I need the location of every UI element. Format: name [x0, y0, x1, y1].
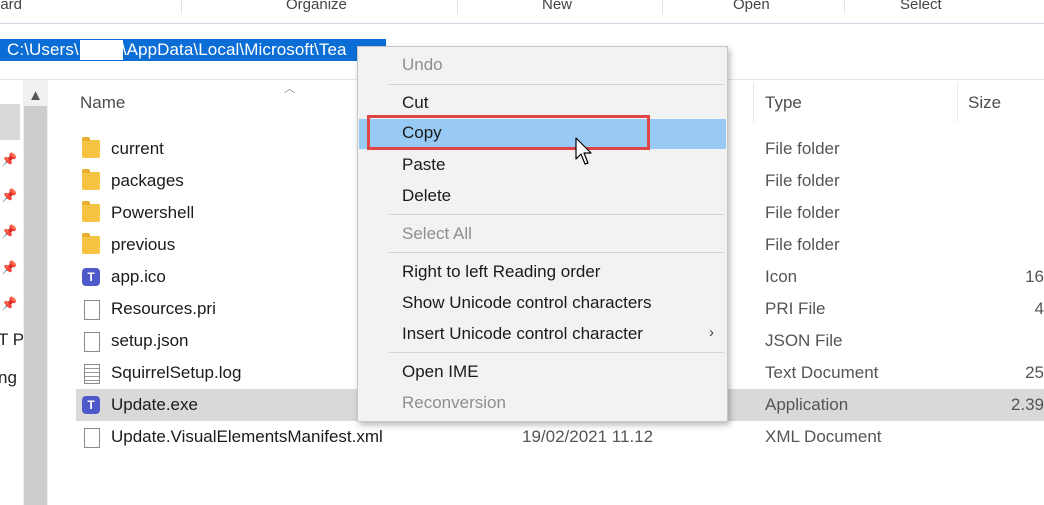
ribbon-group-new: New [542, 0, 573, 13]
column-header-type[interactable]: Type [765, 93, 802, 113]
context-menu: Undo Cut Copy Paste Delete Select All Ri… [357, 46, 728, 422]
chevron-up-icon[interactable]: ▲ [23, 86, 48, 106]
file-icon [84, 428, 100, 448]
file-name: Update.exe [111, 395, 198, 414]
menu-item-label: Open IME [402, 362, 479, 381]
menu-item-reconversion[interactable]: Reconversion [359, 389, 726, 419]
file-size: 2.39 [1010, 395, 1044, 414]
ribbon-group-clipboard: oard [0, 0, 23, 13]
menu-item-label: Show Unicode control characters [402, 293, 652, 312]
menu-separator [389, 352, 724, 353]
file-size: 25 [1025, 363, 1044, 382]
folder-icon [82, 233, 100, 254]
menu-separator [389, 214, 724, 215]
menu-item-label: Paste [402, 155, 446, 174]
file-type: Application [765, 395, 849, 414]
menu-item-label: Insert Unicode control character [402, 324, 643, 343]
ribbon-divider-line [0, 23, 1044, 24]
column-header-name[interactable]: Name [80, 93, 125, 113]
menu-item-delete[interactable]: Delete [359, 182, 726, 212]
redacted-username [80, 40, 123, 60]
column-header-size[interactable]: Size [968, 93, 1001, 113]
teams-icon: T [82, 396, 100, 414]
menu-separator [389, 252, 724, 253]
menu-item-cut[interactable]: Cut [359, 89, 726, 119]
ribbon-group-open: Open [733, 0, 770, 13]
pin-icon[interactable]: 📌 [1, 260, 17, 276]
menu-item-undo[interactable]: Undo [359, 51, 726, 81]
ribbon-group-select: Select [900, 0, 942, 13]
menu-item-label: Reconversion [402, 393, 506, 412]
file-icon [84, 332, 100, 352]
pin-icon[interactable]: 📌 [1, 296, 17, 312]
file-name: previous [111, 235, 176, 254]
file-name: Update.VisualElementsManifest.xml [111, 427, 383, 446]
mouse-pointer-icon [575, 137, 592, 165]
address-path[interactable]: C:\Users\ \AppData\Local\Microsoft\Tea [7, 40, 347, 60]
sort-ascending-icon: ︿ [284, 83, 295, 95]
address-path-start: C:\Users\ [7, 40, 79, 59]
menu-item-label: Undo [402, 55, 443, 74]
file-date: 19/02/2021 11.12 [522, 427, 654, 446]
file-row[interactable]: Update.VisualElementsManifest.xml 19/02/… [76, 421, 1044, 453]
file-name: app.ico [111, 267, 166, 286]
file-name: Powershell [111, 203, 195, 222]
menu-item-insert-unicode[interactable]: Insert Unicode control character › [359, 320, 726, 350]
menu-separator [389, 84, 724, 85]
pin-icon[interactable]: 📌 [1, 188, 17, 204]
menu-item-label: Right to left Reading order [402, 262, 601, 281]
ribbon-divider [844, 0, 845, 14]
folder-icon [82, 201, 100, 222]
menu-item-copy[interactable]: Copy [359, 119, 726, 149]
menu-item-label: Copy [402, 123, 442, 142]
menu-item-show-unicode[interactable]: Show Unicode control characters [359, 289, 726, 319]
file-type: Icon [765, 267, 798, 286]
file-icon [84, 300, 100, 320]
ribbon-divider [181, 0, 182, 14]
chevron-right-icon: › [709, 324, 714, 341]
folder-icon [82, 137, 100, 158]
pin-icon[interactable]: 📌 [1, 152, 17, 168]
menu-item-paste[interactable]: Paste [359, 151, 726, 181]
ribbon-group-organize: Organize [286, 0, 347, 13]
column-divider[interactable] [957, 82, 958, 122]
navigation-pane: 📌 📌 📌 📌 📌 T PF ng ▲ [0, 80, 48, 505]
file-name: Resources.pri [111, 299, 216, 318]
address-path-end: \AppData\Local\Microsoft\Tea [121, 40, 347, 59]
file-type: Text Document [765, 363, 879, 382]
nav-scrollbar-thumb[interactable] [24, 106, 47, 505]
file-type: File folder [765, 203, 840, 222]
menu-item-label: Select All [402, 224, 472, 243]
file-type: File folder [765, 139, 840, 158]
ribbon-divider [457, 0, 458, 14]
file-type: XML Document [765, 427, 882, 446]
file-size: 16 [1025, 267, 1044, 286]
pin-icon[interactable]: 📌 [1, 224, 17, 240]
menu-item-label: Delete [402, 186, 452, 205]
menu-item-open-ime[interactable]: Open IME [359, 358, 726, 388]
nav-selected-item[interactable] [0, 104, 20, 140]
file-size: 4 [1034, 299, 1044, 318]
column-divider[interactable] [753, 82, 754, 122]
file-type: File folder [765, 235, 840, 254]
file-name: packages [111, 171, 184, 190]
ribbon-divider [662, 0, 663, 14]
file-type: JSON File [765, 331, 843, 350]
file-name: current [111, 139, 164, 158]
file-type: File folder [765, 171, 840, 190]
menu-item-select-all[interactable]: Select All [359, 220, 726, 250]
teams-icon: T [82, 268, 100, 286]
file-name: setup.json [111, 331, 189, 350]
nav-item-label[interactable]: ng [0, 368, 17, 388]
text-document-icon [84, 364, 100, 384]
file-type: PRI File [765, 299, 826, 318]
menu-item-rtl-reading-order[interactable]: Right to left Reading order [359, 258, 726, 288]
ribbon-group-labels: oard Organize New Open Select [0, 0, 1044, 14]
menu-item-label: Cut [402, 93, 429, 112]
folder-icon [82, 169, 100, 190]
file-name: SquirrelSetup.log [111, 363, 242, 382]
